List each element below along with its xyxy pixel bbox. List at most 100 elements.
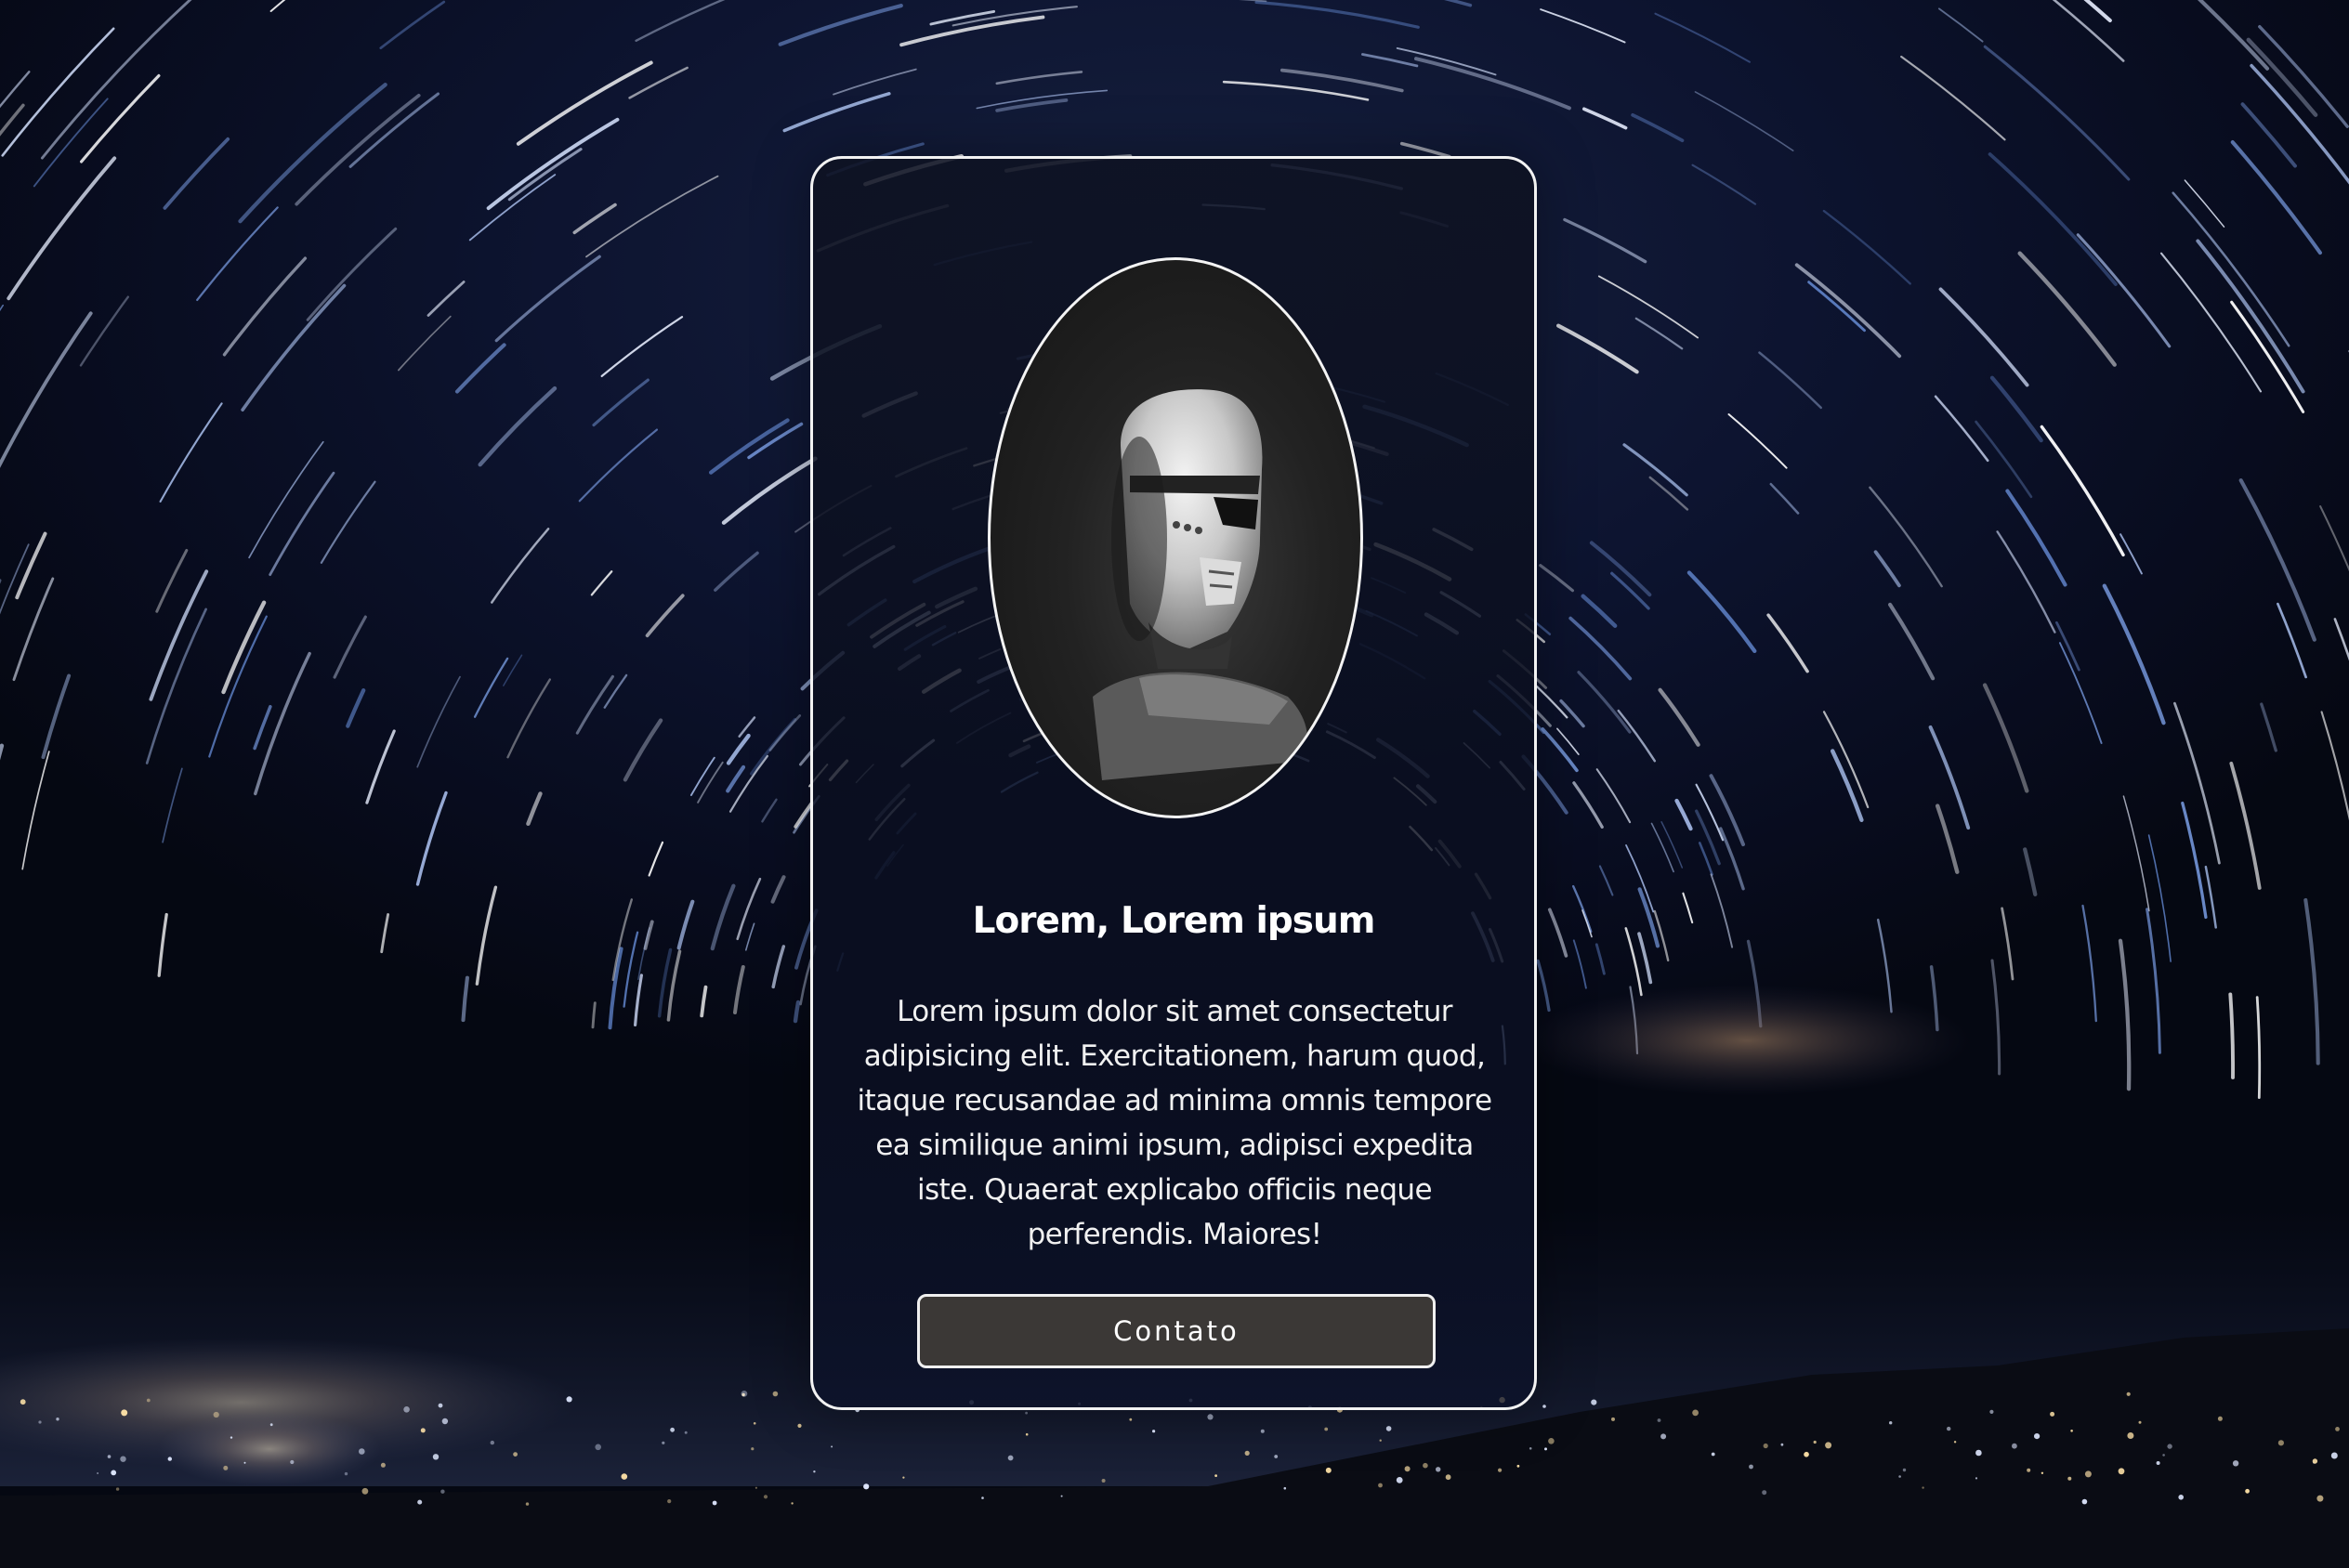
- star-trail: [0, 0, 48, 71]
- star-trail: [1540, 8, 1626, 44]
- star-trail: [221, 600, 267, 695]
- star-trail: [770, 875, 786, 904]
- star-trail: [516, 60, 653, 146]
- city-light: [2050, 1411, 2055, 1417]
- star-trail: [454, 343, 506, 394]
- star-trail: [976, 89, 1109, 110]
- city-light: [741, 1391, 748, 1397]
- city-light: [1989, 1409, 1994, 1414]
- city-light: [213, 1411, 219, 1418]
- star-trail: [1617, 709, 1657, 763]
- star-trail: [1694, 91, 1794, 151]
- city-light: [2217, 1416, 2223, 1421]
- city-light: [712, 1500, 717, 1506]
- star-trail: [1541, 727, 1579, 773]
- star-trail: [628, 66, 689, 99]
- star-trail: [2255, 996, 2262, 1099]
- star-trail: [2081, 904, 2097, 1023]
- city-light: [1889, 1421, 1893, 1425]
- star-trail: [2333, 618, 2349, 661]
- star-trail: [79, 295, 129, 367]
- city-light: [1813, 1440, 1817, 1444]
- city-light: [230, 1436, 233, 1439]
- star-trail: [1589, 541, 1652, 597]
- city-light: [2162, 1454, 2165, 1457]
- star-trail: [2017, 251, 2117, 367]
- city-light: [490, 1440, 494, 1445]
- city-light: [772, 1391, 779, 1397]
- star-trail: [710, 883, 736, 951]
- star-trail: [1928, 725, 1971, 830]
- star-trail: [1631, 112, 1685, 143]
- star-trail: [491, 528, 550, 604]
- star-trail: [346, 688, 366, 728]
- city-light: [1898, 1475, 1901, 1478]
- star-trail: [526, 791, 543, 826]
- city-light: [432, 1454, 440, 1460]
- star-trail: [7, 156, 117, 301]
- star-trail: [1399, 141, 1451, 159]
- star-trail: [1414, 57, 1571, 111]
- star-trail: [507, 148, 583, 202]
- star-trail: [1686, 570, 1757, 654]
- star-trail: [1982, 683, 2029, 793]
- city-light: [902, 1476, 905, 1479]
- star-trail: [733, 965, 745, 1014]
- contact-button[interactable]: Contato: [917, 1294, 1436, 1368]
- star-trail: [478, 385, 558, 467]
- star-trail: [2228, 992, 2235, 1079]
- city-light: [1548, 1438, 1555, 1444]
- city-light: [1711, 1452, 1715, 1457]
- city-light: [1780, 1443, 1784, 1446]
- city-light: [1385, 1426, 1392, 1431]
- city-light: [1825, 1442, 1832, 1449]
- city-light: [1611, 1417, 1615, 1421]
- city-light: [1516, 1464, 1520, 1468]
- star-trail: [461, 975, 469, 1023]
- star-trail: [1990, 959, 2001, 1076]
- star-trail: [1598, 865, 1614, 896]
- city-light: [1953, 1441, 1957, 1444]
- city-light: [1975, 1449, 1982, 1457]
- city-light: [440, 1489, 445, 1494]
- city-light: [2167, 1444, 2172, 1449]
- star-trail: [736, 877, 762, 941]
- star-trail: [2230, 140, 2322, 255]
- city-light: [2027, 1468, 2031, 1472]
- city-light: [1207, 1414, 1214, 1420]
- city-light: [1152, 1430, 1156, 1433]
- city-light: [813, 1470, 816, 1473]
- city-light: [1025, 1432, 1029, 1436]
- star-trail: [2184, 179, 2225, 228]
- star-trail: [648, 841, 664, 877]
- city-light: [1129, 1418, 1133, 1421]
- star-trail: [782, 92, 891, 133]
- city-light: [115, 1487, 120, 1491]
- star-trail: [726, 764, 746, 793]
- star-trail: [1873, 550, 1901, 588]
- city-light: [595, 1444, 601, 1451]
- city-light: [269, 1423, 273, 1427]
- city-light: [831, 1445, 833, 1448]
- city-light: [670, 1427, 675, 1432]
- city-light: [684, 1431, 688, 1434]
- star-trail: [676, 899, 695, 950]
- star-trail: [486, 117, 620, 211]
- star-trail: [1625, 844, 1655, 913]
- star-trail: [2058, 642, 2103, 744]
- star-trail: [15, 531, 47, 600]
- star-trail: [2173, 701, 2221, 865]
- star-trail: [1577, 671, 1632, 734]
- star-trail: [1547, 908, 1568, 958]
- city-light: [1244, 1450, 1250, 1456]
- star-trail: [592, 378, 650, 427]
- star-trail: [1937, 7, 1984, 43]
- city-light: [344, 1471, 348, 1476]
- city-light: [120, 1456, 126, 1462]
- star-trail: [1597, 275, 1699, 339]
- star-trail: [157, 912, 168, 977]
- city-light: [981, 1496, 984, 1499]
- star-trail: [2303, 897, 2320, 1065]
- star-trail: [2260, 702, 2277, 752]
- city-light: [791, 1502, 794, 1505]
